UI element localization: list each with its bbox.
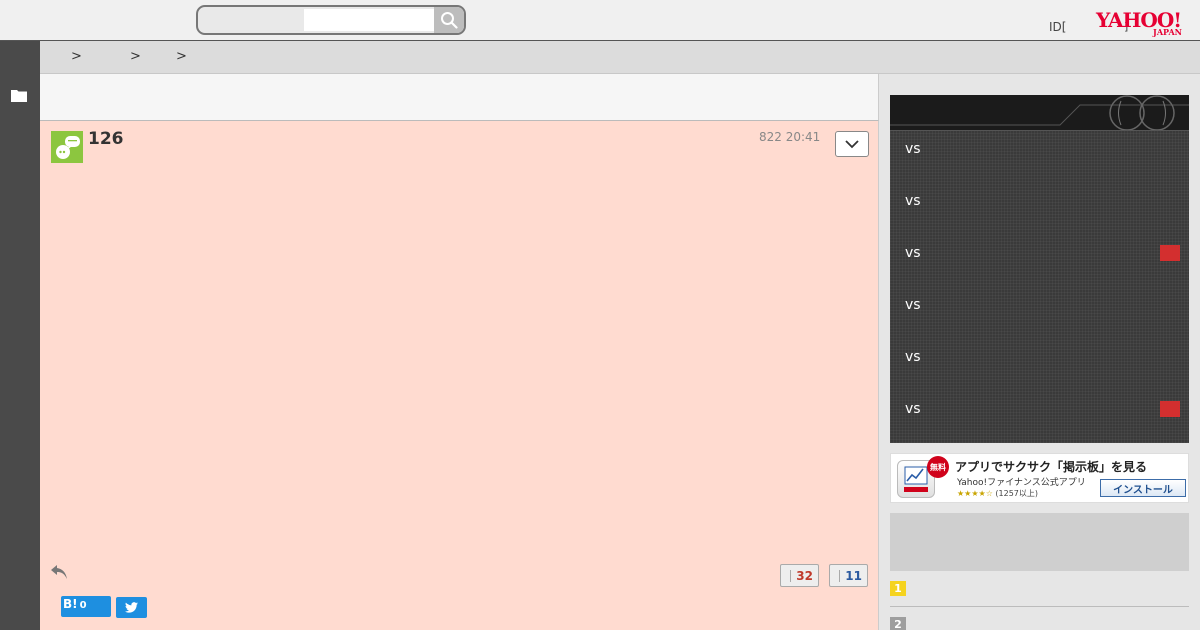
- twitter-icon: [125, 602, 138, 613]
- breadcrumb-separator: >: [130, 49, 141, 64]
- rating-stars: ★★★★☆: [957, 489, 993, 498]
- ad-placeholder: [890, 513, 1189, 571]
- game-vs: vs: [905, 245, 921, 261]
- main-header-area: [40, 74, 879, 121]
- tweet-button[interactable]: [116, 597, 147, 618]
- hatena-label: B!: [63, 597, 78, 611]
- app-promo-banner[interactable]: 無料 アプリでサクサク「掲示板」を見る Yahoo!ファイナンス公式アプリ ★★…: [890, 453, 1189, 503]
- hatena-count: 0: [79, 600, 87, 611]
- post-timestamp: 822 20:41: [759, 130, 821, 144]
- game-vs: vs: [905, 141, 921, 157]
- post-number: 126: [88, 129, 124, 149]
- logo-sub: JAPAN: [1153, 27, 1182, 37]
- install-button[interactable]: インストール: [1100, 479, 1186, 497]
- like-divider: [790, 570, 791, 582]
- game-row[interactable]: vs: [890, 339, 1189, 391]
- like-button[interactable]: 32: [780, 564, 819, 587]
- reply-icon[interactable]: [50, 564, 68, 580]
- like-count: 32: [796, 568, 813, 583]
- rating-count: (1257以上): [995, 489, 1039, 498]
- game-vs: vs: [905, 401, 921, 417]
- free-badge: 無料: [927, 456, 949, 478]
- search-input[interactable]: [304, 9, 434, 31]
- app-title: アプリでサクサク「掲示板」を見る: [955, 460, 1148, 474]
- game-vs: vs: [905, 349, 921, 365]
- dislike-divider: [839, 570, 840, 582]
- post-menu-button[interactable]: [835, 131, 869, 157]
- scoreboard-header: [890, 95, 1189, 131]
- chat-bubble-icon: [56, 136, 80, 159]
- search-button[interactable]: [434, 7, 464, 33]
- status-flag: [1160, 245, 1180, 261]
- avatar: [51, 131, 83, 163]
- yahoo-logo[interactable]: YAHOO! JAPAN: [1096, 10, 1188, 37]
- hatena-bookmark-button[interactable]: B! 0: [61, 596, 111, 617]
- id-label: ID[: [1049, 20, 1067, 34]
- game-row[interactable]: vs: [890, 391, 1189, 443]
- game-row[interactable]: vs: [890, 183, 1189, 235]
- game-vs: vs: [905, 193, 921, 209]
- rank-number: 2: [890, 617, 906, 630]
- breadcrumb: > > >: [40, 41, 1200, 74]
- search-icon: [441, 12, 458, 29]
- search-box: [196, 5, 466, 35]
- game-vs: vs: [905, 297, 921, 313]
- game-row[interactable]: vs: [890, 235, 1189, 287]
- app-rating: ★★★★☆ (1257以上): [957, 488, 1038, 499]
- status-flag: [1160, 401, 1180, 417]
- scoreboard: vs vs vs vs vs vs: [890, 95, 1189, 443]
- left-rail: [0, 41, 40, 630]
- breadcrumb-separator: >: [176, 49, 187, 64]
- ranking-item[interactable]: 1: [890, 581, 1189, 617]
- chevron-down-icon: [845, 139, 859, 148]
- app-subtitle: Yahoo!ファイナンス公式アプリ: [957, 478, 1086, 488]
- folder-icon[interactable]: [11, 89, 27, 102]
- breadcrumb-separator: >: [71, 49, 82, 64]
- right-sidebar: vs vs vs vs vs vs 無料 アプリでサクサク「掲示板」を見る Ya…: [880, 74, 1200, 630]
- game-row[interactable]: vs: [890, 287, 1189, 339]
- dislike-count: 11: [845, 568, 862, 583]
- rank-divider: [890, 606, 1189, 607]
- game-row[interactable]: vs: [890, 131, 1189, 183]
- scoreboard-decoration: [890, 95, 1189, 130]
- top-bar: ID[ ] YAHOO! JAPAN: [0, 0, 1200, 41]
- rank-number: 1: [890, 581, 906, 596]
- post-card: 126 822 20:41 32 11 B! 0: [40, 121, 879, 630]
- dislike-button[interactable]: 11: [829, 564, 868, 587]
- ranking-item[interactable]: 2: [890, 617, 1189, 630]
